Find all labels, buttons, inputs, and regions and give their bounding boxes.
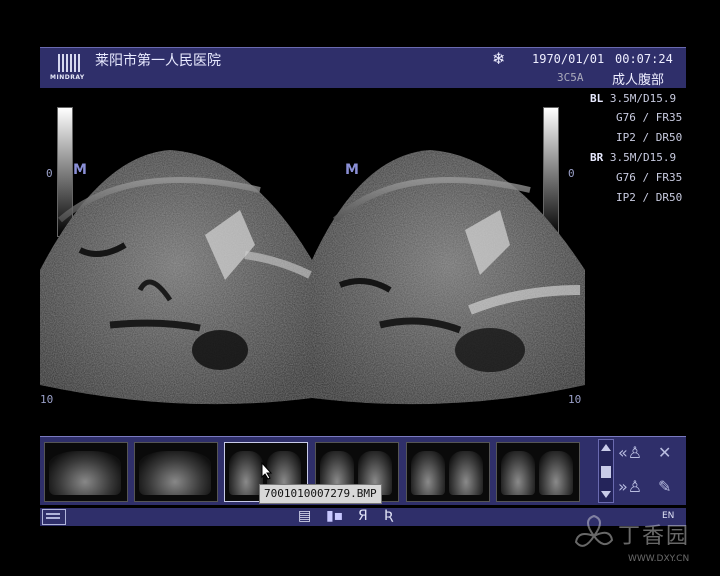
logo-barcode-icon bbox=[58, 54, 80, 72]
snowflake-icon: ❄ bbox=[492, 49, 506, 68]
mindray-logo: MINDRAY bbox=[50, 54, 90, 84]
br-freq-depth: 3.5M/D15.9 bbox=[609, 151, 677, 164]
exam-date: 1970/01/01 bbox=[532, 52, 605, 66]
mouse-pointer-icon bbox=[261, 462, 273, 480]
thumbnail-scrollbar[interactable] bbox=[598, 439, 614, 503]
exam-time: 00:07:24 bbox=[615, 52, 673, 66]
flip-left-icon[interactable]: Я bbox=[358, 508, 368, 524]
close-icon[interactable]: ✕ bbox=[658, 443, 671, 462]
dxy-watermark: 丁香园 WWW.DXY.CN bbox=[568, 512, 718, 572]
measure-icon[interactable]: ▮▪ bbox=[326, 508, 343, 524]
bl-label: BL bbox=[590, 92, 604, 105]
bl-params-line3: IP2 / DR50 bbox=[616, 131, 683, 144]
thumbnail-5[interactable] bbox=[406, 442, 490, 502]
dual-ultrasound-image bbox=[40, 150, 585, 405]
send-left-icon[interactable]: «♙ bbox=[618, 443, 642, 462]
br-params-line2: G76 / FR35 bbox=[616, 171, 683, 184]
bl-freq-depth: 3.5M/D15.9 bbox=[609, 92, 677, 105]
logo-text: MINDRAY bbox=[50, 74, 85, 81]
thumbnail-2[interactable] bbox=[134, 442, 218, 502]
flip-right-icon[interactable]: Ʀ bbox=[384, 508, 394, 524]
report-icon[interactable]: ▤ bbox=[298, 508, 311, 524]
exam-type: 成人腹部 bbox=[612, 73, 665, 88]
left-scan-sector bbox=[40, 150, 312, 405]
scroll-down-icon[interactable] bbox=[601, 491, 611, 498]
send-right-icon[interactable]: »♙ bbox=[618, 477, 642, 496]
thumbnail-1[interactable] bbox=[44, 442, 128, 502]
watermark-url: WWW.DXY.CN bbox=[628, 554, 690, 564]
scroll-thumb[interactable] bbox=[601, 466, 611, 478]
br-label: BR bbox=[590, 151, 604, 164]
thumbnail-6[interactable] bbox=[496, 442, 580, 502]
right-scan-sector bbox=[312, 150, 585, 405]
br-params-line1: BR 3.5M/D15.9 bbox=[590, 151, 676, 164]
hospital-name: 莱阳市第一人民医院 bbox=[95, 53, 221, 69]
edit-icon[interactable]: ✎ bbox=[658, 477, 671, 496]
scroll-up-icon[interactable] bbox=[601, 444, 611, 451]
bl-params-line1: BL 3.5M/D15.9 bbox=[590, 92, 676, 105]
br-params-line3: IP2 / DR50 bbox=[616, 191, 683, 204]
header-bar: MINDRAY 莱阳市第一人民医院 ❄ 1970/01/01 00:07:24 … bbox=[40, 47, 686, 88]
thumbnail-filename-tooltip: 7001010007279.BMP bbox=[259, 484, 382, 504]
bl-params-line2: G76 / FR35 bbox=[616, 111, 683, 124]
probe-model: 3C5A bbox=[557, 71, 584, 84]
menu-icon[interactable] bbox=[42, 509, 66, 525]
flower-logo-icon bbox=[574, 514, 614, 547]
watermark-text: 丁香园 bbox=[618, 524, 691, 549]
